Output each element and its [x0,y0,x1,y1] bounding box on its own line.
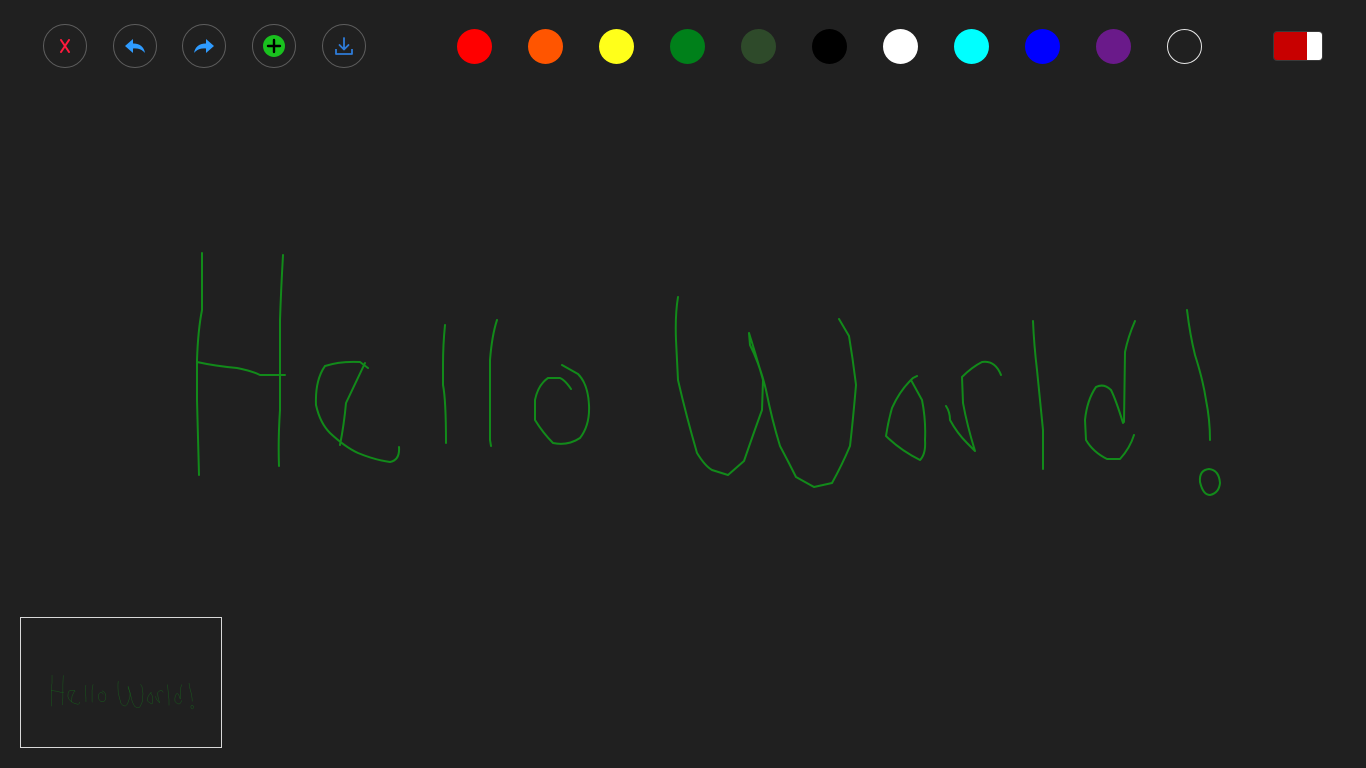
color-swatch-orange[interactable] [528,29,563,64]
undo-arrow-icon [125,39,145,53]
color-swatch-purple[interactable] [1096,29,1131,64]
color-swatch-yellow[interactable] [599,29,634,64]
drawing-canvas[interactable] [0,90,1366,610]
x-icon [60,39,70,53]
redo-arrow-icon [194,39,214,53]
whiteboard-app [0,0,1366,768]
color-swatch-red[interactable] [457,29,492,64]
color-swatch-black[interactable] [812,29,847,64]
color-swatch-blue[interactable] [1025,29,1060,64]
color-swatch-eraser[interactable] [1167,29,1202,64]
page-thumbnail[interactable] [20,617,222,748]
download-button[interactable] [322,24,366,68]
mode-toggle[interactable] [1273,31,1323,61]
undo-button[interactable] [113,24,157,68]
clear-button[interactable] [43,24,87,68]
color-swatch-white[interactable] [883,29,918,64]
color-swatch-dark-green[interactable] [741,29,776,64]
new-page-button[interactable] [252,24,296,68]
color-swatch-green[interactable] [670,29,705,64]
download-icon [335,37,353,55]
plus-circle-icon [263,35,285,57]
thumbnail-preview [51,675,194,710]
toggle-fill [1274,32,1307,60]
toggle-knob [1307,32,1322,60]
color-swatch-cyan[interactable] [954,29,989,64]
redo-button[interactable] [182,24,226,68]
handwriting-hello-world [196,252,1221,496]
